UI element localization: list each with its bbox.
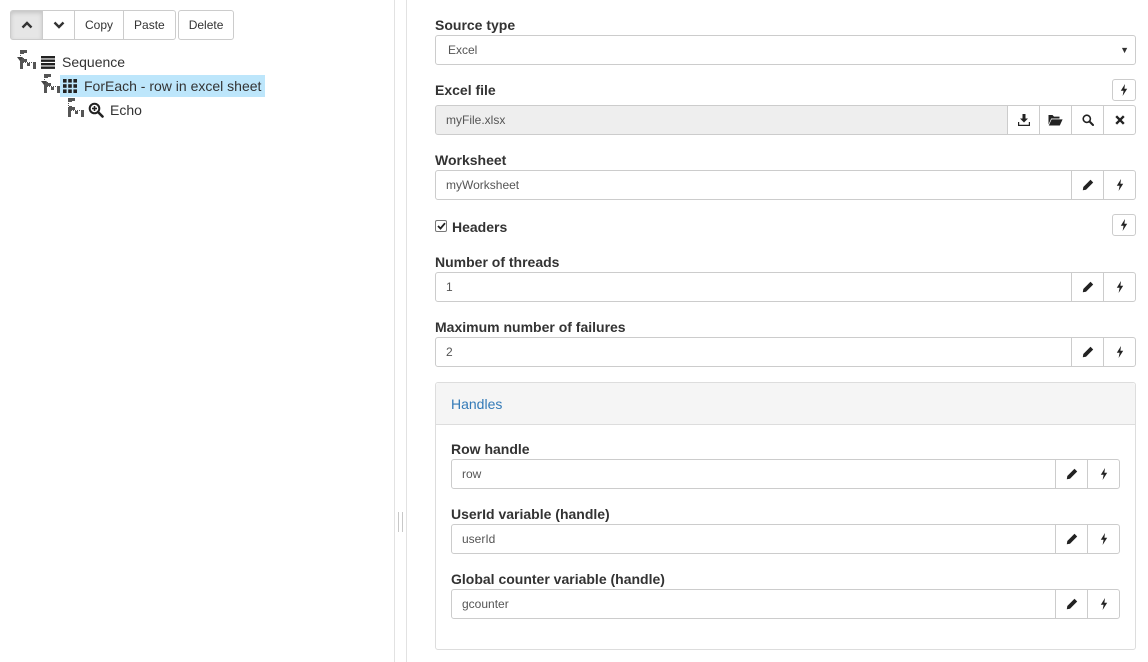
row-handle-dynamic-button[interactable] [1087, 459, 1120, 489]
pane-splitter[interactable] [394, 0, 407, 662]
worksheet-input-group: myWorksheet [435, 170, 1136, 200]
row-handle-edit-button[interactable] [1055, 459, 1088, 489]
pencil-icon [1082, 281, 1093, 293]
excel-file-dynamic-button[interactable] [1112, 79, 1136, 101]
gcounter-label: Global counter variable (handle) [451, 571, 665, 587]
tree-connector [68, 98, 72, 110]
step-tree: Sequence ForEach - row in excel sheet Ec… [0, 0, 394, 200]
flash-icon [1116, 346, 1123, 358]
pencil-icon [1066, 468, 1077, 480]
remove-icon [1114, 115, 1125, 125]
download-icon [1017, 114, 1030, 126]
row-handle-label: Row handle [451, 441, 530, 457]
failures-edit-button[interactable] [1071, 337, 1104, 367]
tree-node-label: Echo [110, 102, 142, 118]
worksheet-dynamic-button[interactable] [1103, 170, 1136, 200]
tree-connector [20, 62, 36, 66]
checkmark-icon [436, 222, 446, 230]
zoom-in-icon [88, 102, 104, 118]
search-button[interactable] [1071, 105, 1104, 135]
source-type-select[interactable]: Excel ▼ [435, 35, 1136, 65]
properties-pane: Source type Excel ▼ Excel file myFile.xl… [435, 0, 1136, 662]
threads-input-group: 1 [435, 272, 1136, 302]
splitter-grip [402, 512, 403, 532]
download-button[interactable] [1007, 105, 1040, 135]
tree-node-label: Sequence [62, 54, 126, 70]
row-handle-input-group: row [451, 459, 1120, 489]
failures-label: Maximum number of failures [435, 319, 626, 335]
tree-node-foreach[interactable]: ForEach - row in excel sheet [60, 75, 266, 97]
pencil-icon [1082, 346, 1093, 358]
flash-icon [1100, 533, 1107, 545]
failures-dynamic-button[interactable] [1103, 337, 1136, 367]
worksheet-edit-button[interactable] [1071, 170, 1104, 200]
handles-panel: Handles Row handle row UserId variable (… [435, 382, 1136, 650]
tree-expander-icon[interactable] [17, 57, 23, 61]
flash-icon [1120, 219, 1128, 231]
row-handle-input[interactable]: row [451, 459, 1056, 489]
threads-edit-button[interactable] [1071, 272, 1104, 302]
pencil-icon [1066, 533, 1077, 545]
folder-open-icon [1048, 115, 1063, 126]
tree-node-label: ForEach - row in excel sheet [84, 78, 262, 94]
threads-label: Number of threads [435, 254, 560, 270]
handles-panel-title: Handles [451, 396, 503, 412]
splitter-grip [398, 512, 399, 532]
threads-dynamic-button[interactable] [1103, 272, 1136, 302]
headers-dynamic-button[interactable] [1112, 214, 1136, 236]
userid-dynamic-button[interactable] [1087, 524, 1120, 554]
source-type-value: Excel [448, 43, 478, 57]
gcounter-edit-button[interactable] [1055, 589, 1088, 619]
headers-label: Headers [452, 219, 508, 235]
pencil-icon [1082, 179, 1093, 191]
userid-edit-button[interactable] [1055, 524, 1088, 554]
tree-connector [44, 86, 60, 90]
userid-label: UserId variable (handle) [451, 506, 610, 522]
gcounter-input-group: gcounter [451, 589, 1120, 619]
flash-icon [1100, 468, 1107, 480]
failures-input-group: 2 [435, 337, 1136, 367]
search-icon [1081, 114, 1094, 126]
flash-icon [1116, 179, 1123, 191]
gcounter-input[interactable]: gcounter [451, 589, 1056, 619]
handles-panel-header[interactable]: Handles [436, 383, 1135, 425]
userid-input-group: userId [451, 524, 1120, 554]
excel-file-input[interactable]: myFile.xlsx [435, 105, 1008, 135]
tree-pane: Copy Paste Delete Sequence ForEach - row… [0, 0, 394, 662]
source-type-label: Source type [435, 17, 516, 33]
worksheet-label: Worksheet [435, 152, 507, 168]
gcounter-dynamic-button[interactable] [1087, 589, 1120, 619]
worksheet-input[interactable]: myWorksheet [435, 170, 1072, 200]
grid-icon [62, 78, 78, 94]
excel-file-label: Excel file [435, 82, 496, 98]
flash-icon [1120, 84, 1128, 96]
caret-down-icon: ▼ [1120, 45, 1129, 55]
userid-input[interactable]: userId [451, 524, 1056, 554]
tree-node-sequence[interactable]: Sequence [38, 51, 129, 73]
list-icon [40, 54, 56, 70]
tree-connector [68, 110, 84, 114]
headers-checkbox[interactable] [435, 220, 447, 232]
tree-expander-icon[interactable] [41, 81, 47, 85]
excel-file-input-group: myFile.xlsx [435, 105, 1136, 135]
flash-icon [1116, 281, 1123, 293]
failures-input[interactable]: 2 [435, 337, 1072, 367]
pencil-icon [1066, 598, 1077, 610]
open-folder-button[interactable] [1039, 105, 1072, 135]
tree-node-echo[interactable]: Echo [86, 99, 146, 121]
remove-button[interactable] [1103, 105, 1136, 135]
threads-input[interactable]: 1 [435, 272, 1072, 302]
flash-icon [1100, 598, 1107, 610]
